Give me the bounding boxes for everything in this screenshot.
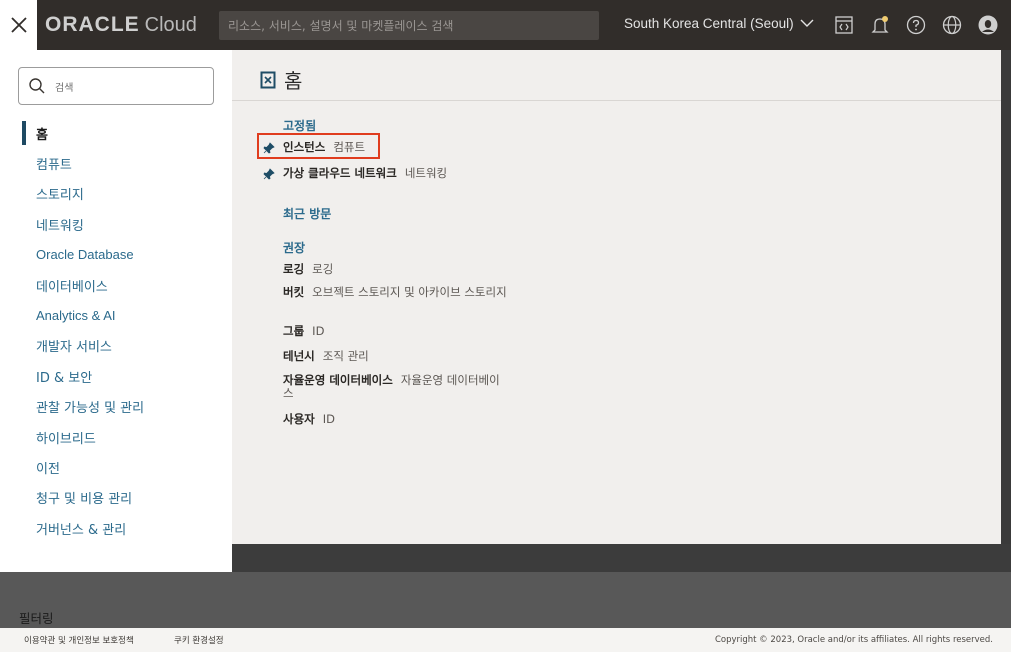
recommended-item-buckets[interactable]: 버킷 오브젝트 스토리지 및 아카이브 스토리지 — [283, 286, 513, 299]
nav-item-governance[interactable]: 거버넌스 & 관리 — [0, 513, 232, 543]
filter-strip: 필터링 — [0, 572, 1011, 628]
recent-heading: 최근 방문 — [283, 207, 332, 221]
page-title: 홈 — [260, 65, 302, 94]
page-title-text: 홈 — [284, 69, 303, 93]
recommended-item-autonomous-db[interactable]: 자율운영 데이터베이스 자율운영 데이터베이스 — [283, 374, 508, 400]
user-icon — [978, 15, 998, 35]
close-menu-button[interactable] — [0, 0, 37, 50]
oracle-cloud-logo[interactable]: ORACLE Cloud — [45, 13, 197, 37]
logo-brand: ORACLE — [45, 13, 140, 36]
help-button[interactable] — [903, 12, 929, 38]
recommended-item-logging[interactable]: 로깅 로깅 — [283, 263, 333, 276]
nav-item-compute[interactable]: 컴퓨트 — [0, 148, 232, 178]
recommended-item-category: 로깅 — [312, 262, 334, 276]
top-icon-group — [821, 12, 1001, 38]
bookmark-icon — [260, 71, 276, 88]
terms-link[interactable]: 이용약관 및 개인정보 보호정책 — [24, 634, 134, 646]
nav-item-networking[interactable]: 네트워킹 — [0, 209, 232, 239]
menu-search-input[interactable]: 검색 — [18, 67, 214, 105]
nav-item-migration[interactable]: 이전 — [0, 452, 232, 482]
pinned-item-name: 가상 클라우드 네트워크 — [283, 166, 397, 180]
recommended-heading: 권장 — [283, 241, 306, 255]
pinned-heading: 고정됨 — [283, 119, 317, 133]
scrollbar[interactable] — [1001, 50, 1011, 544]
global-search-input[interactable]: 리소스, 서비스, 설명서 및 마켓플레이스 검색 — [219, 11, 599, 40]
nav-item-analytics-ai[interactable]: Analytics & AI — [0, 300, 232, 330]
nav-item-billing[interactable]: 청구 및 비용 관리 — [0, 483, 232, 513]
globe-icon — [942, 15, 962, 35]
divider — [232, 100, 1001, 101]
pin-icon[interactable] — [263, 141, 275, 154]
nav-item-oracle-database[interactable]: Oracle Database — [0, 240, 232, 270]
search-icon — [29, 78, 45, 94]
cookie-preferences-link[interactable]: 쿠키 환경설정 — [174, 634, 224, 646]
language-button[interactable] — [939, 12, 965, 38]
logo-suffix: Cloud — [144, 14, 197, 36]
nav-item-databases[interactable]: 데이터베이스 — [0, 270, 232, 300]
notifications-button[interactable] — [867, 12, 893, 38]
recommended-item-category: 조직 관리 — [322, 349, 369, 363]
chevron-down-icon — [800, 19, 814, 27]
recommended-item-name: 그룹 — [283, 324, 305, 338]
nav-item-home[interactable]: 홈 — [0, 118, 232, 148]
nav-item-hybrid[interactable]: 하이브리드 — [0, 422, 232, 452]
navigation-menu: 검색 홈 컴퓨트 스토리지 네트워킹 Oracle Database 데이터베이… — [0, 50, 232, 572]
region-selector[interactable]: South Korea Central (Seoul) — [624, 16, 814, 31]
copyright-text: Copyright © 2023, Oracle and/or its affi… — [714, 635, 993, 645]
recommended-item-category: 오브젝트 스토리지 및 아카이브 스토리지 — [312, 285, 507, 299]
profile-button[interactable] — [975, 12, 1001, 38]
filter-label: 필터링 — [19, 611, 54, 626]
global-search-placeholder: 리소스, 서비스, 설명서 및 마켓플레이스 검색 — [228, 19, 454, 33]
recommended-item-name: 사용자 — [283, 412, 315, 426]
background-band — [232, 544, 1011, 572]
recommended-item-name: 로깅 — [283, 262, 305, 276]
top-bar: ORACLE Cloud 리소스, 서비스, 설명서 및 마켓플레이스 검색 S… — [0, 0, 1011, 50]
home-content-panel: 홈 고정됨 인스턴스 컴퓨트 가상 클라우드 네트워크 네트워킹 최근 방문 권장 … — [232, 50, 1001, 544]
recommended-item-name: 버킷 — [283, 285, 305, 299]
recommended-item-users[interactable]: 사용자 ID — [283, 413, 335, 426]
cloud-shell-button[interactable] — [831, 12, 857, 38]
recommended-item-name: 자율운영 데이터베이스 — [283, 373, 393, 387]
region-label: South Korea Central (Seoul) — [624, 16, 794, 31]
help-icon — [906, 15, 926, 35]
footer: 이용약관 및 개인정보 보호정책 쿠키 환경설정 Copyright © 202… — [0, 628, 1011, 652]
recommended-item-tenancy[interactable]: 테넌시 조직 관리 — [283, 350, 369, 363]
nav-item-observability[interactable]: 관찰 가능성 및 관리 — [0, 392, 232, 422]
nav-list: 홈 컴퓨트 스토리지 네트워킹 Oracle Database 데이터베이스 A… — [0, 118, 232, 543]
pinned-item-category: 네트워킹 — [404, 166, 448, 180]
nav-item-developer-services[interactable]: 개발자 서비스 — [0, 331, 232, 361]
recommended-item-groups[interactable]: 그룹 ID — [283, 325, 324, 338]
bell-icon — [871, 16, 889, 33]
pinned-item-instances[interactable]: 인스턴스 컴퓨트 — [283, 141, 365, 154]
pin-icon[interactable] — [263, 167, 275, 180]
cloud-shell-icon — [835, 16, 853, 34]
nav-item-identity-security[interactable]: ID & 보안 — [0, 361, 232, 391]
recommended-item-name: 테넌시 — [283, 349, 315, 363]
pinned-item-vcn[interactable]: 가상 클라우드 네트워크 네트워킹 — [283, 167, 447, 180]
pinned-item-category: 컴퓨트 — [333, 140, 366, 154]
menu-search-placeholder: 검색 — [55, 82, 74, 94]
nav-item-storage[interactable]: 스토리지 — [0, 179, 232, 209]
close-icon — [10, 17, 27, 33]
recommended-item-category: ID — [322, 412, 335, 426]
recommended-item-category: ID — [312, 324, 325, 338]
pinned-item-name: 인스턴스 — [283, 140, 326, 154]
